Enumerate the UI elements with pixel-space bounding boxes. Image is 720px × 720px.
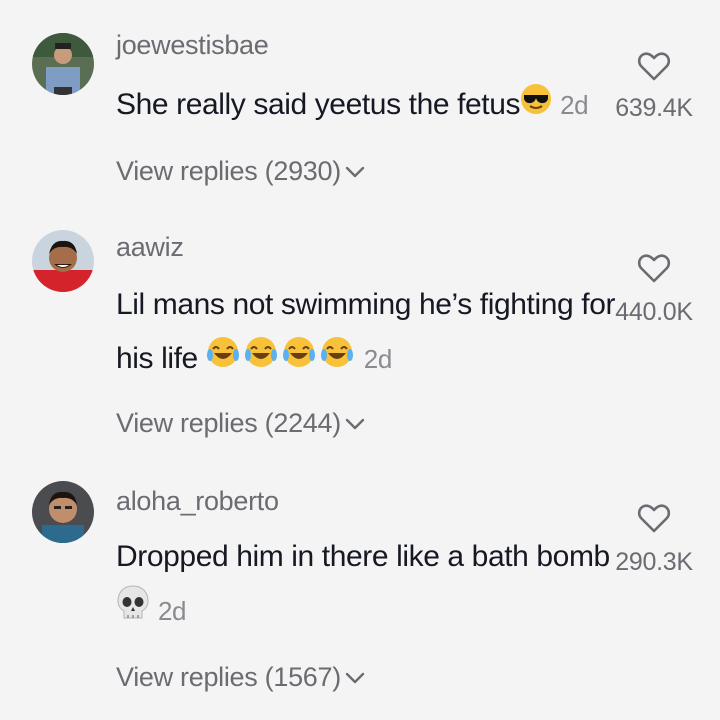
- like-button[interactable]: 639.4K: [604, 50, 704, 123]
- like-count: 639.4K: [615, 94, 693, 122]
- tears-of-joy-emoji-icon: [206, 333, 356, 387]
- comment-text: She really said yeetus the fetus 2d: [116, 78, 616, 133]
- comment-time: 2d: [363, 344, 393, 374]
- view-replies-label: View replies (1567): [116, 662, 341, 692]
- sunglasses-emoji-icon: [520, 79, 552, 133]
- avatar-image: [32, 33, 94, 95]
- comment-body-line-1: Lil mans not swimming he’s fighting for: [116, 288, 616, 321]
- comment-text: Dropped him in there like a bath bomb 2d: [116, 530, 616, 640]
- comment-item: aloha_roberto Dropped him in there like …: [0, 480, 720, 720]
- like-button[interactable]: 290.3K: [604, 502, 704, 577]
- chevron-down-icon: [345, 672, 365, 683]
- comment-body-line-2-text: his life: [116, 342, 198, 375]
- avatar-image: [32, 481, 94, 543]
- comment-body-line-2: his life 2d: [116, 332, 616, 387]
- skull-emoji-icon: [116, 584, 150, 640]
- username[interactable]: joewestisbae: [116, 30, 269, 61]
- comment-time: 2d: [560, 90, 589, 120]
- heart-icon: [637, 254, 671, 283]
- avatar[interactable]: [32, 33, 94, 95]
- avatar[interactable]: [32, 230, 94, 292]
- avatar-image: [32, 230, 94, 292]
- view-replies-button[interactable]: View replies (2930): [116, 156, 365, 187]
- like-count: 440.0K: [615, 298, 693, 326]
- avatar[interactable]: [32, 481, 94, 543]
- comment-body: Dropped him in there like a bath bomb: [116, 540, 610, 573]
- comment-text: Lil mans not swimming he’s fighting for …: [116, 278, 616, 387]
- view-replies-label: View replies (2244): [116, 408, 341, 438]
- username[interactable]: aloha_roberto: [116, 486, 279, 517]
- view-replies-label: View replies (2930): [116, 156, 341, 186]
- like-button[interactable]: 440.0K: [604, 252, 704, 327]
- view-replies-button[interactable]: View replies (2244): [116, 408, 365, 439]
- view-replies-button[interactable]: View replies (1567): [116, 662, 365, 693]
- username[interactable]: aawiz: [116, 232, 184, 263]
- chevron-down-icon: [345, 418, 365, 429]
- comment-body: She really said yeetus the fetus: [116, 88, 521, 121]
- comment-time: 2d: [158, 596, 187, 626]
- heart-icon: [637, 52, 671, 81]
- chevron-down-icon: [345, 166, 365, 177]
- comment-item: aawiz Lil mans not swimming he’s fightin…: [0, 230, 720, 470]
- comment-item: joewestisbae She really said yeetus the …: [0, 0, 720, 230]
- comment-body-line-2: 2d: [116, 584, 616, 640]
- heart-icon: [637, 504, 671, 533]
- like-count: 290.3K: [615, 548, 693, 576]
